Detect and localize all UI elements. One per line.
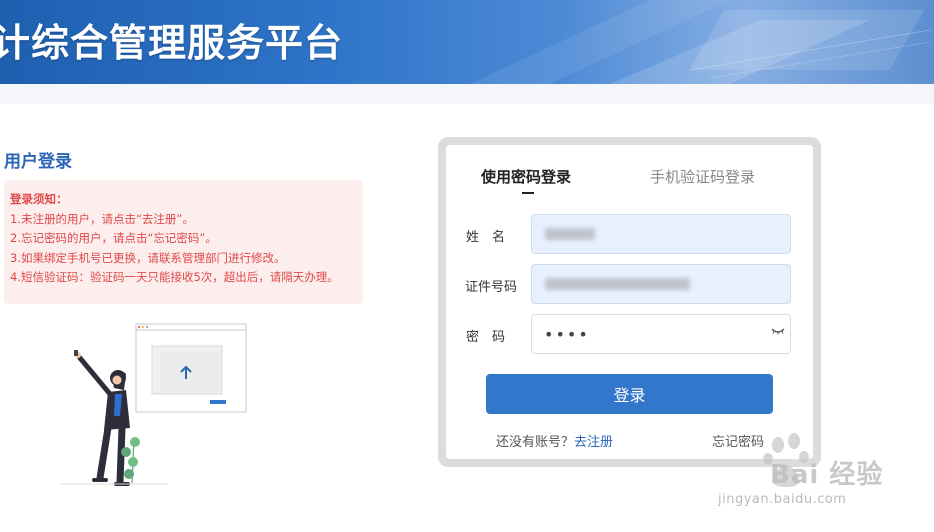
notice-line: 4.短信验证码：验证码一天只能接收5次，超出后，请隔天办理。: [10, 270, 339, 284]
watermark-brand: Bai 经验: [770, 460, 884, 490]
active-tab-indicator: [522, 192, 534, 194]
redacted-name: [545, 228, 595, 240]
notice-line: 1.未注册的用户，请点击“去注册”。: [10, 211, 194, 226]
password-input[interactable]: [531, 314, 791, 354]
login-page: 计综合管理服务平台 用户登录 登录须知： 1.未注册的用户，请点击“去注册”。 …: [0, 0, 934, 532]
notice-title: 登录须知：: [10, 192, 68, 206]
notice-line: 3.如果绑定手机号已更换，请联系管理部门进行修改。: [10, 250, 286, 265]
id-number-label: 证件号码: [465, 280, 518, 295]
no-account-prompt: 还没有账号？去注册: [496, 431, 613, 450]
login-button[interactable]: 登录: [486, 374, 773, 414]
password-label: 密 码: [466, 330, 506, 345]
login-illustration: [60, 323, 247, 486]
register-link[interactable]: 去注册: [574, 435, 613, 450]
redacted-id-number: [545, 278, 690, 290]
eye-closed-icon[interactable]: [771, 326, 785, 336]
tab-password-login[interactable]: 使用密码登录: [481, 166, 571, 187]
header-subbar: [0, 84, 934, 104]
watermark-url: jingyan.baidu.com: [718, 492, 847, 507]
tab-sms-login[interactable]: 手机验证码登录: [650, 166, 755, 187]
login-notice: 登录须知： 1.未注册的用户，请点击“去注册”。 2.忘记密码的用户，请点击“忘…: [4, 180, 363, 304]
name-label: 姓 名: [466, 230, 506, 245]
platform-title: 计综合管理服务平台: [0, 21, 344, 65]
header-banner: 计综合管理服务平台: [0, 0, 934, 84]
section-title: 用户登录: [4, 152, 72, 172]
notice-line: 2.忘记密码的用户，请点击“忘记密码”。: [10, 231, 217, 245]
banner-decoration: [470, 0, 931, 84]
no-account-text: 还没有账号？: [496, 435, 575, 450]
